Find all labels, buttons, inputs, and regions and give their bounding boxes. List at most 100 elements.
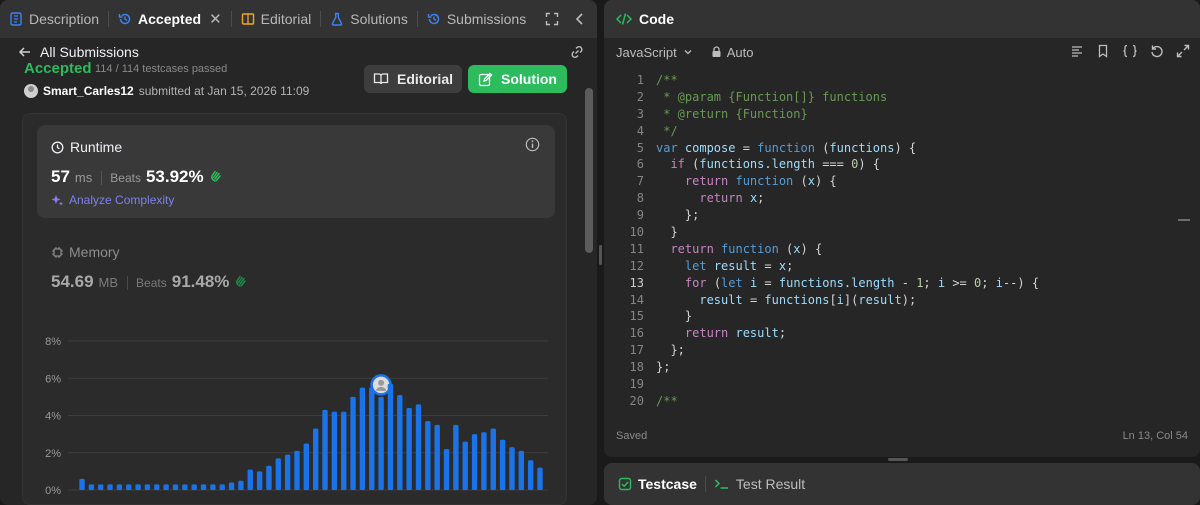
distribution-bar[interactable]	[341, 411, 347, 490]
distribution-bar[interactable]	[107, 484, 113, 490]
distribution-bar[interactable]	[434, 424, 440, 490]
left-scrollbar[interactable]	[585, 88, 593, 253]
distribution-bar[interactable]	[369, 387, 375, 490]
code-line[interactable]: 20 /**	[604, 393, 1200, 410]
distribution-bar[interactable]	[425, 421, 431, 490]
code-line[interactable]: 15 }	[604, 308, 1200, 325]
memory-value-row[interactable]: 54.69 MB Beats 91.48%	[51, 272, 248, 292]
code-line[interactable]: 9 };	[604, 207, 1200, 224]
distribution-bar[interactable]	[79, 478, 85, 490]
code-line[interactable]: 6 if (functions.length === 0) {	[604, 156, 1200, 173]
code-line[interactable]: 11 return function (x) {	[604, 241, 1200, 258]
distribution-bar[interactable]	[144, 484, 151, 490]
code-line[interactable]: 1 /**	[604, 72, 1200, 89]
distribution-bar[interactable]	[312, 428, 319, 490]
expand-icon[interactable]	[1176, 44, 1190, 58]
distribution-bar[interactable]	[116, 484, 123, 490]
distribution-bar[interactable]	[238, 480, 244, 490]
code-line[interactable]: 12 let result = x;	[604, 258, 1200, 275]
username[interactable]: Smart_Carles12	[43, 84, 134, 98]
code-line[interactable]: 14 result = functions[i](result);	[604, 292, 1200, 309]
distribution-bar[interactable]	[126, 484, 132, 490]
distribution-bar[interactable]	[499, 439, 506, 490]
tab-accepted[interactable]: Accepted ✕	[109, 0, 231, 38]
format-icon[interactable]	[1070, 44, 1084, 58]
tab-description[interactable]: Description	[0, 0, 108, 38]
code-line[interactable]: 13 for (let i = functions.length - 1; i …	[604, 275, 1200, 292]
language-select[interactable]: JavaScript	[616, 45, 693, 60]
code-line[interactable]: 7 return function (x) {	[604, 173, 1200, 190]
code-line[interactable]: 3 * @return {Function}	[604, 106, 1200, 123]
horizontal-resize-handle[interactable]	[888, 458, 908, 461]
distribution-bar[interactable]	[135, 484, 141, 490]
tab-editorial[interactable]: Editorial	[232, 0, 321, 38]
distribution-bar[interactable]	[88, 484, 95, 490]
distribution-bar[interactable]	[387, 383, 394, 490]
distribution-bar[interactable]	[322, 409, 328, 490]
distribution-bar[interactable]	[294, 450, 300, 490]
code-line[interactable]: 10 }	[604, 224, 1200, 241]
distribution-bar[interactable]	[228, 482, 235, 490]
editorial-button[interactable]: Editorial	[364, 65, 462, 93]
runtime-box[interactable]: Runtime 57 ms Beats 53.92% Analyze Compl…	[37, 125, 555, 218]
distribution-bar[interactable]	[359, 387, 366, 490]
distribution-bar[interactable]	[378, 396, 384, 490]
distribution-bar[interactable]	[537, 467, 543, 490]
distribution-bar[interactable]	[509, 447, 515, 490]
distribution-bar[interactable]	[471, 434, 478, 490]
tab-submissions[interactable]: Submissions	[418, 0, 535, 38]
code-line[interactable]: 5 var compose = function (functions) {	[604, 140, 1200, 157]
distribution-bar[interactable]	[219, 484, 225, 490]
close-tab-icon[interactable]: ✕	[209, 10, 222, 28]
braces-icon[interactable]	[1122, 44, 1138, 58]
distribution-bar[interactable]	[191, 484, 197, 490]
distribution-bar[interactable]	[247, 469, 253, 490]
memory-title-row[interactable]: Memory	[51, 244, 120, 260]
bookmark-icon[interactable]	[1096, 44, 1110, 58]
distribution-bar[interactable]	[481, 432, 487, 490]
distribution-bar[interactable]	[518, 450, 525, 490]
info-icon[interactable]	[525, 137, 540, 152]
distribution-bar[interactable]	[331, 411, 338, 490]
auto-mode[interactable]: Auto	[711, 45, 753, 60]
maximize-icon[interactable]	[545, 12, 559, 26]
code-line[interactable]: 2 * @param {Function[]} functions	[604, 89, 1200, 106]
distribution-bar[interactable]	[266, 465, 272, 490]
distribution-bar[interactable]	[527, 460, 534, 490]
distribution-bar[interactable]	[303, 443, 310, 490]
tab-solutions[interactable]: Solutions	[321, 0, 417, 38]
distribution-bar[interactable]	[462, 441, 468, 490]
link-icon[interactable]	[569, 44, 585, 60]
distribution-bar[interactable]	[490, 428, 496, 490]
code-line[interactable]: 19	[604, 376, 1200, 393]
distribution-bar[interactable]	[275, 458, 281, 490]
vertical-resize-handle[interactable]	[599, 245, 602, 265]
tab-test-result[interactable]: Test Result	[714, 476, 805, 492]
distribution-bar[interactable]	[154, 484, 160, 490]
editor-scroll-marker[interactable]	[1178, 219, 1190, 221]
distribution-bar[interactable]	[443, 449, 450, 490]
distribution-bar[interactable]	[172, 484, 179, 490]
distribution-bar[interactable]	[406, 408, 412, 490]
code-line[interactable]: 16 return result;	[604, 325, 1200, 342]
solution-button[interactable]: Solution	[468, 65, 567, 93]
code-line[interactable]: 4 */	[604, 123, 1200, 140]
distribution-bar[interactable]	[397, 395, 403, 490]
distribution-bar[interactable]	[163, 484, 169, 490]
collapse-icon[interactable]	[573, 12, 587, 26]
distribution-bar[interactable]	[453, 424, 459, 490]
distribution-bar[interactable]	[210, 484, 216, 490]
reset-icon[interactable]	[1150, 44, 1164, 58]
distribution-bar[interactable]	[200, 484, 207, 490]
distribution-bar[interactable]	[415, 404, 422, 490]
code-line[interactable]: 8 return x;	[604, 190, 1200, 207]
code-line[interactable]: 18};	[604, 359, 1200, 376]
analyze-complexity-link[interactable]: Analyze Complexity	[51, 193, 174, 207]
distribution-bar[interactable]	[97, 484, 104, 490]
code-editor[interactable]: 1/** 2 * @param {Function[]} functions 3 *…	[604, 72, 1200, 417]
distribution-bar[interactable]	[256, 471, 263, 490]
distribution-bar[interactable]	[350, 396, 356, 490]
distribution-bar[interactable]	[284, 454, 291, 490]
code-line[interactable]: 17 };	[604, 342, 1200, 359]
tab-testcase[interactable]: Testcase	[618, 476, 697, 492]
